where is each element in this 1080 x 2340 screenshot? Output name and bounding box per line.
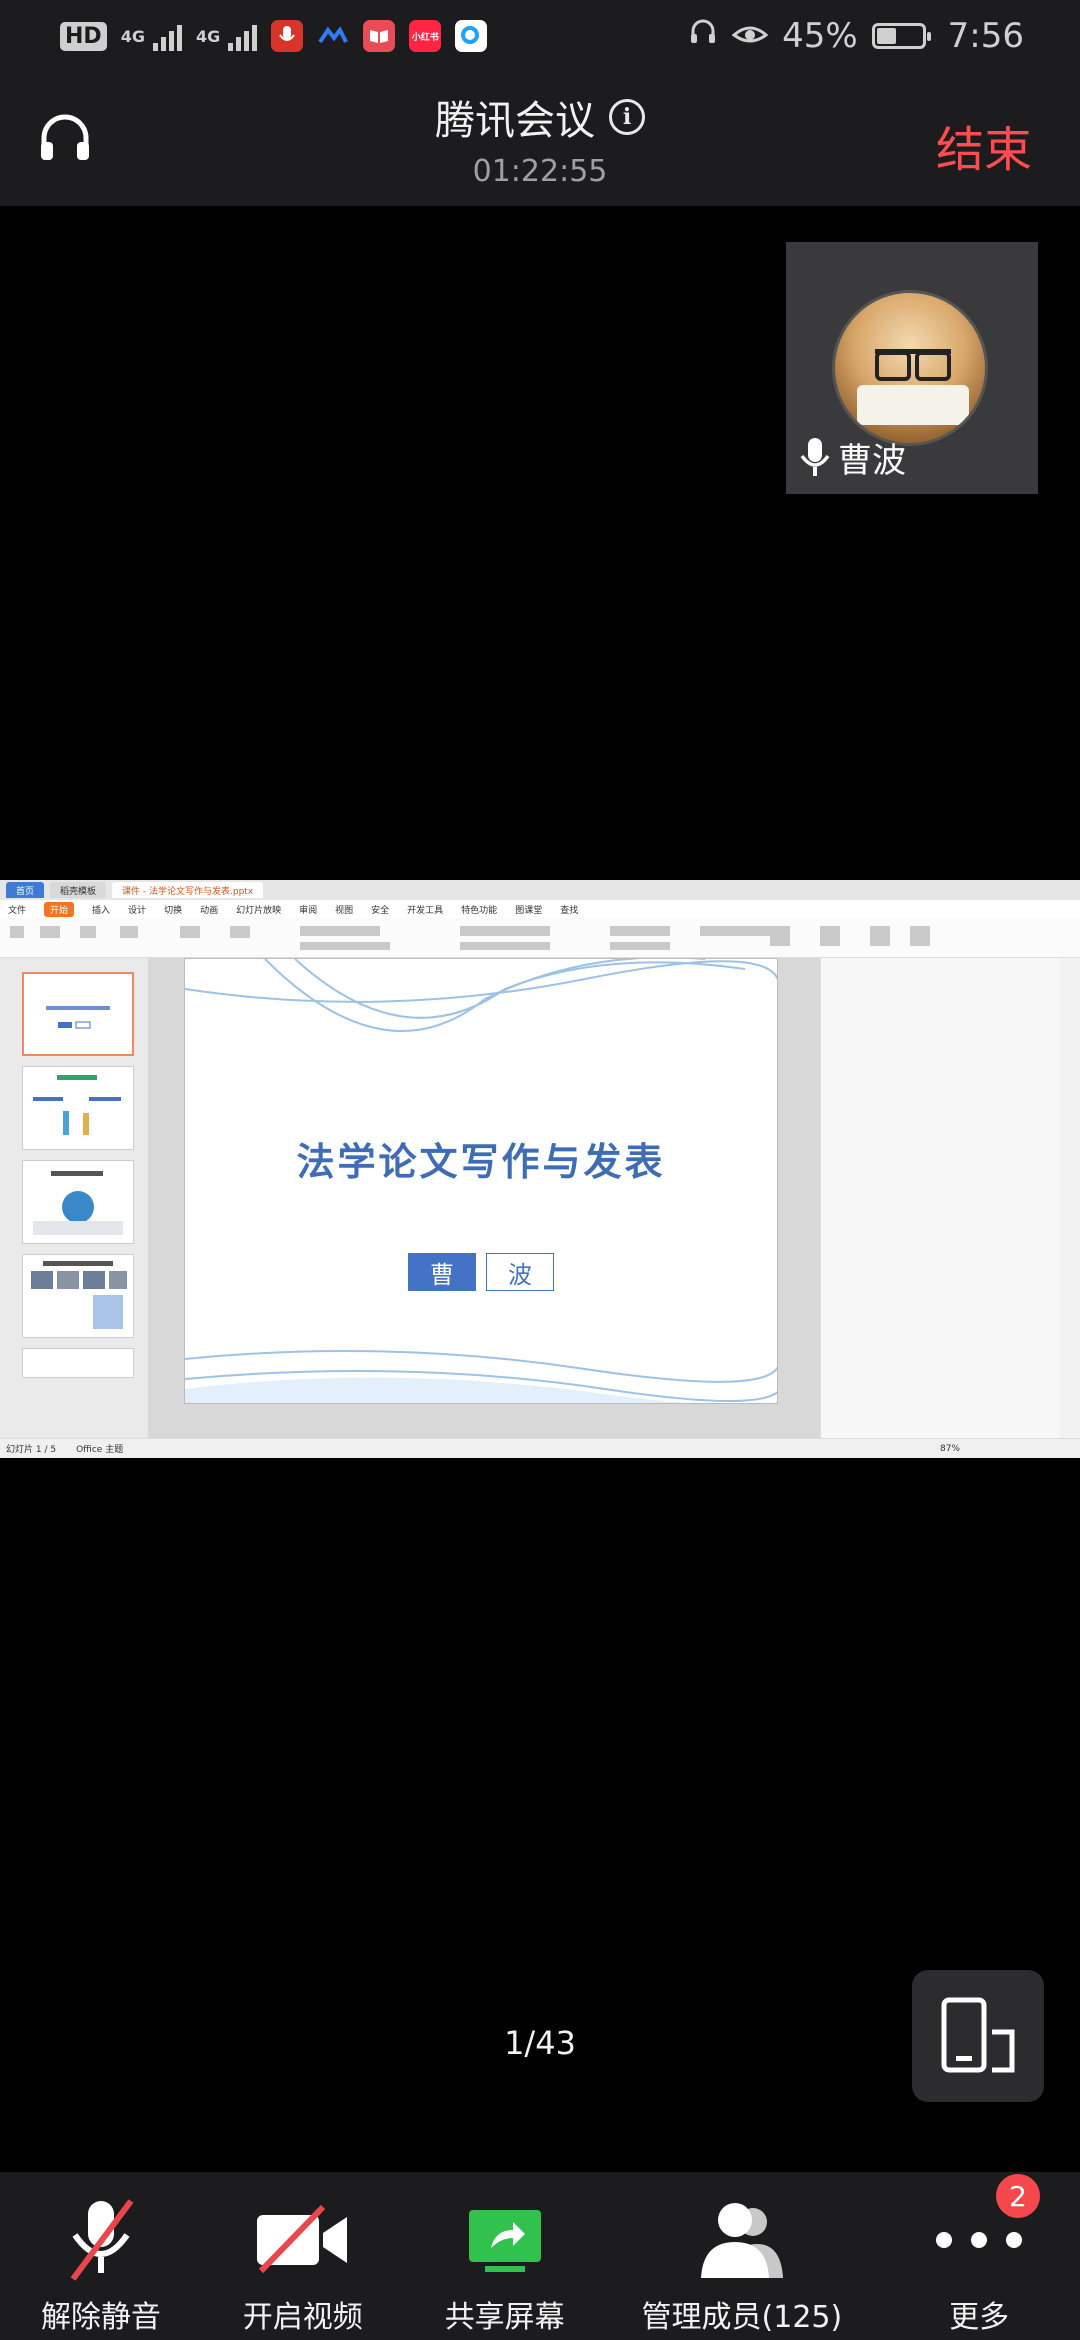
unmute-label: 解除静音: [40, 2300, 161, 2335]
manage-members-button[interactable]: 管理成员(125): [606, 2172, 879, 2340]
switch-view-button[interactable]: [912, 1970, 1044, 2102]
book-app-icon: [363, 20, 396, 52]
ppt-menu-item: 视图: [335, 905, 354, 916]
ppt-tab: 课件 - 法学论文写作与发表.pptx: [112, 882, 264, 898]
meeting-title: 腾讯会议: [435, 98, 595, 144]
presenter-name-char: 曹: [408, 1253, 476, 1291]
share-screen-icon: [468, 2210, 541, 2272]
ppt-menu-item: 幻灯片放映: [236, 905, 282, 916]
slide-thumbnail: [22, 1254, 134, 1338]
ppt-status-bar: 幻灯片 1 / 5 Office 主题 87%: [0, 1438, 1080, 1458]
end-meeting-button[interactable]: 结束: [936, 110, 1032, 180]
headset-status-icon: [688, 16, 718, 56]
more-label: 更多: [949, 2300, 1010, 2335]
slide-count-text: 幻灯片 1 / 5: [6, 1445, 57, 1455]
microphone-app-icon: [271, 20, 304, 52]
share-screen-label: 共享屏幕: [444, 2300, 565, 2335]
meeting-header: 腾讯会议 i 01:22:55 结束: [0, 72, 1080, 206]
current-slide: 法学论文写作与发表 曹 波: [184, 958, 778, 1404]
eye-comfort-icon: [731, 16, 769, 56]
ppt-menu-item: 文件: [8, 905, 27, 916]
notification-badge: 2: [996, 2174, 1041, 2218]
phone-rotate-icon: [941, 1997, 1015, 2073]
ppt-menu-item: 动画: [200, 905, 219, 916]
share-screen-button[interactable]: 共享屏幕: [404, 2172, 606, 2340]
more-button[interactable]: 2 更多: [878, 2172, 1080, 2340]
info-icon: i: [609, 99, 645, 135]
unmute-button[interactable]: 解除静音: [0, 2172, 202, 2340]
shared-screen-content[interactable]: 首页 稻壳模板 课件 - 法学论文写作与发表.pptx 文件 开始 插入 设计 …: [0, 880, 1080, 1458]
bottom-toolbar: 解除静音 开启视频 共享屏幕 管理成员(125) 2 更多: [0, 2172, 1080, 2340]
battery-icon: [871, 23, 931, 49]
ppt-tab-bar: 首页 稻壳模板 课件 - 法学论文写作与发表.pptx: [0, 880, 1080, 900]
ppt-menu-item: 特色功能: [461, 905, 498, 916]
hd-badge: HD: [60, 21, 107, 51]
ppt-menu-item: 开始: [44, 901, 75, 917]
search-app-icon: [455, 20, 488, 52]
slide-canvas: 法学论文写作与发表 曹 波: [148, 958, 820, 1438]
ppt-side-panel: [820, 958, 1060, 1438]
slide-thumbnail: [22, 972, 134, 1056]
members-icon: [700, 2203, 783, 2278]
clock: 7:56: [947, 16, 1024, 56]
presenter-name-char: 波: [486, 1253, 554, 1291]
ppt-menu-item: 安全: [371, 905, 390, 916]
ppt-tab: 首页: [6, 882, 45, 898]
microphone-muted-icon: [70, 2199, 134, 2281]
network-type-2: 4G: [195, 26, 221, 46]
ppt-menu-item: 图课堂: [515, 905, 543, 916]
ppt-menu-item: 审阅: [299, 905, 318, 916]
blue-bird-app-icon: [317, 20, 349, 52]
avatar: [832, 290, 988, 446]
meeting-info-button[interactable]: 腾讯会议 i: [435, 88, 645, 146]
ppt-menu-item: 插入: [92, 905, 111, 916]
theme-text: Office 主题: [76, 1445, 124, 1455]
slide-thumbnail: [22, 1066, 134, 1150]
participant-name: 曹波: [838, 441, 906, 481]
microphone-icon: [800, 437, 830, 476]
ppt-menu-bar: 文件 开始 插入 设计 切换 动画 幻灯片放映 审阅 视图 安全 开发工具 特色…: [0, 900, 1080, 918]
signal-icon: [228, 21, 258, 51]
video-off-icon: [256, 2205, 347, 2274]
slide-thumbnail: [22, 1160, 134, 1244]
slide-thumbnail-panel: [0, 958, 148, 1438]
network-type-1: 4G: [120, 26, 145, 46]
start-video-label: 开启视频: [242, 2300, 363, 2335]
slide-title: 法学论文写作与发表: [296, 1139, 666, 1184]
ppt-menu-item: 切换: [164, 905, 183, 916]
signal-icon: [152, 21, 182, 51]
battery-percent: 45%: [782, 16, 858, 56]
ppt-menu-item: 开发工具: [407, 905, 444, 916]
participant-video-tile[interactable]: 曹波: [786, 242, 1038, 494]
ppt-tab: 稻壳模板: [50, 882, 107, 898]
status-bar: HD 4G 4G 小红书 45% 7:56: [0, 0, 1080, 72]
ppt-ribbon: [0, 918, 1080, 958]
xiaohongshu-app-icon: 小红书: [409, 20, 442, 52]
ppt-menu-item: 查找: [560, 905, 579, 916]
meeting-timer: 01:22:55: [472, 154, 608, 189]
manage-members-label: 管理成员(125): [641, 2300, 843, 2335]
ppt-menu-item: 设计: [128, 905, 147, 916]
start-video-button[interactable]: 开启视频: [202, 2172, 404, 2340]
more-dots-icon: [936, 2232, 1023, 2248]
zoom-text: 87%: [939, 1443, 960, 1454]
slide-thumbnail: [22, 1348, 134, 1378]
